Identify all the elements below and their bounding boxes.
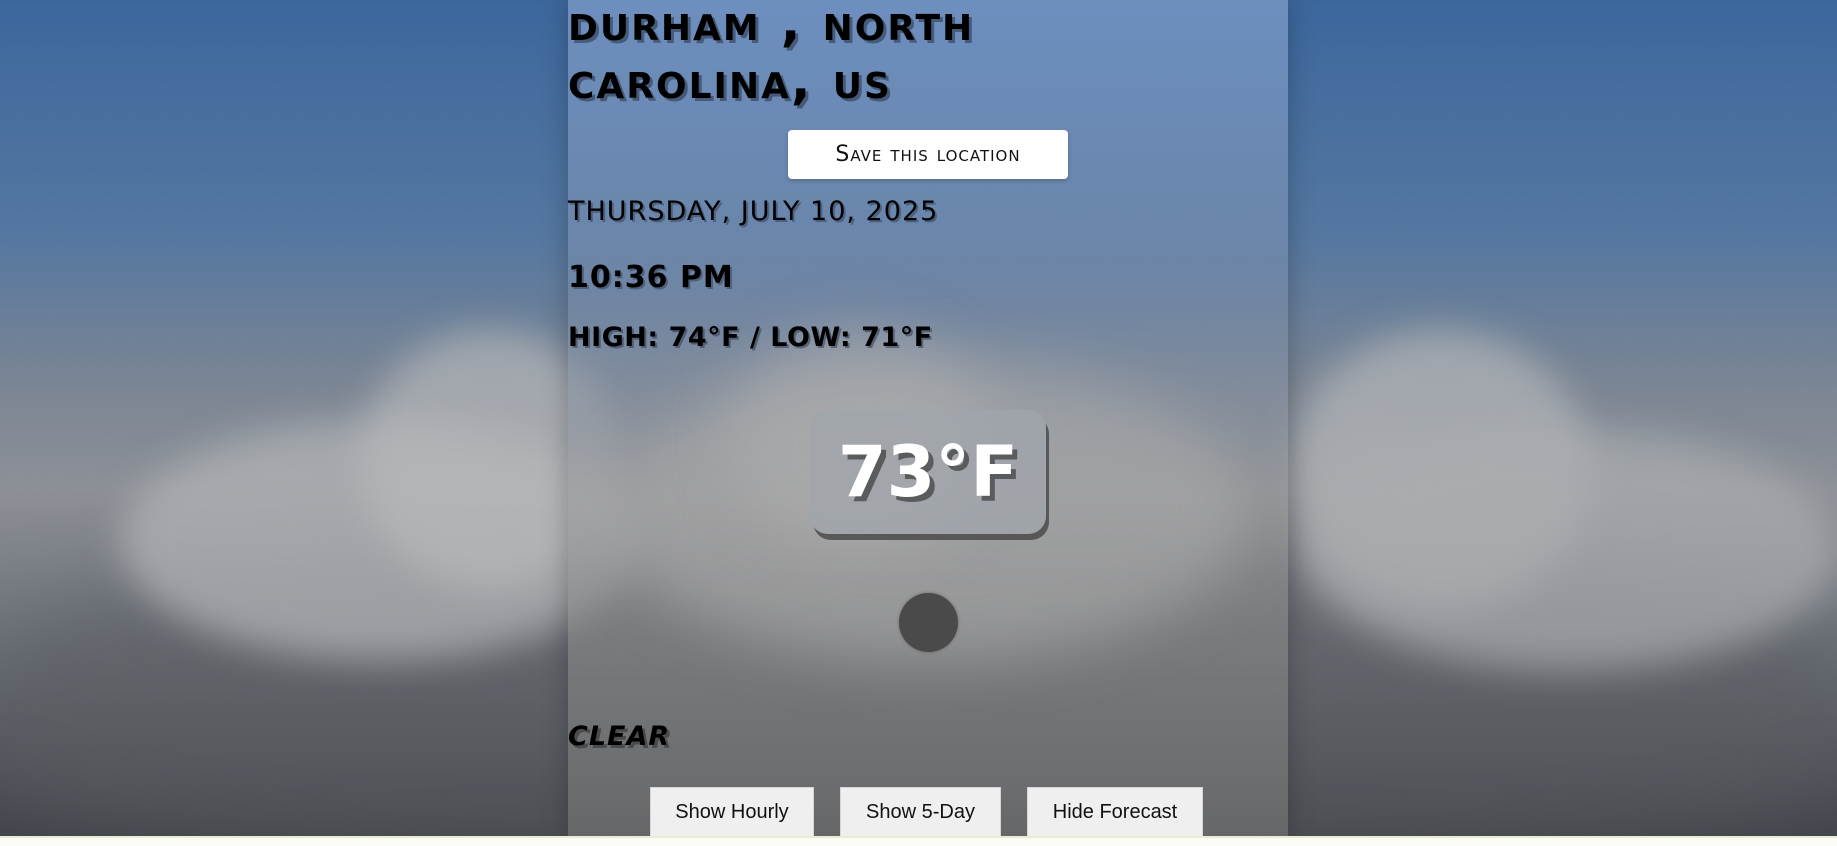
location-title: Durham , North Carolina, US — [568, 0, 1288, 110]
date-display: THURSDAY, JULY 10, 2025 — [568, 196, 939, 227]
bottom-strip — [0, 836, 1837, 846]
weather-panel: Durham , North Carolina, US Save this lo… — [568, 0, 1288, 837]
show-5-day-button[interactable]: Show 5-Day — [840, 787, 1001, 837]
time-display: 10:36 PM — [568, 260, 734, 295]
save-location-button[interactable]: Save this location — [788, 130, 1068, 179]
cloud-right — [1300, 430, 1837, 670]
weather-condition: Clear — [568, 710, 671, 754]
high-low-display: HIGH: 74°F / LOW: 71°F — [568, 322, 933, 353]
current-temperature: 73°F — [810, 410, 1046, 534]
weather-icon — [899, 593, 958, 652]
location-line-2: Carolina, US — [568, 51, 892, 111]
location-line-1: Durham , North — [568, 0, 975, 53]
show-hourly-button[interactable]: Show Hourly — [650, 787, 814, 837]
hide-forecast-button[interactable]: Hide Forecast — [1027, 787, 1203, 837]
